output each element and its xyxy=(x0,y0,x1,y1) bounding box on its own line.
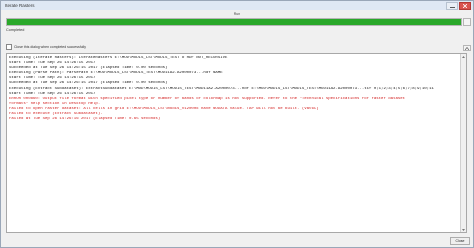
close-when-completed-option[interactable]: Close this dialog when completed success… xyxy=(6,44,86,50)
minimize-icon xyxy=(449,6,455,8)
message-log[interactable]: Executing (Iterate Rasters): IterateRast… xyxy=(6,53,467,233)
progress-bar xyxy=(6,18,462,26)
geoprocessing-progress-dialog: Iterate Rasters Run Completed Close this… xyxy=(0,0,474,248)
minimize-button[interactable] xyxy=(446,2,458,10)
scroll-down-button[interactable] xyxy=(461,227,466,232)
close-when-completed-checkbox[interactable] xyxy=(6,44,12,50)
log-scrollbar[interactable] xyxy=(460,54,466,232)
completed-status: Completed xyxy=(6,28,25,32)
message-log-lines: Executing (Iterate Rasters): IterateRast… xyxy=(9,56,460,122)
scroll-up-button[interactable] xyxy=(461,54,466,59)
window-title: Iterate Rasters xyxy=(5,3,35,8)
close-when-completed-label: Close this dialog when completed success… xyxy=(14,45,86,49)
details-toggle-button[interactable] xyxy=(463,45,471,51)
window-close-button[interactable] xyxy=(459,2,471,10)
chevron-down-icon xyxy=(462,228,465,231)
log-line-error: Failed at Tue Sep 26 14:26:16 2017 (Elap… xyxy=(9,117,161,122)
progress-bar-fill xyxy=(7,19,461,25)
cancel-button[interactable] xyxy=(463,18,471,26)
window-controls xyxy=(446,2,471,10)
chevron-up-icon xyxy=(462,55,465,58)
progress-status-label: Run xyxy=(233,12,241,16)
log-line: Executing (Extract Subdataset): ExtractS… xyxy=(9,86,434,91)
close-icon xyxy=(463,4,467,8)
title-bar: Iterate Rasters xyxy=(1,1,473,10)
chevron-up-icon xyxy=(465,46,469,50)
close-button[interactable]: Close xyxy=(450,237,470,245)
